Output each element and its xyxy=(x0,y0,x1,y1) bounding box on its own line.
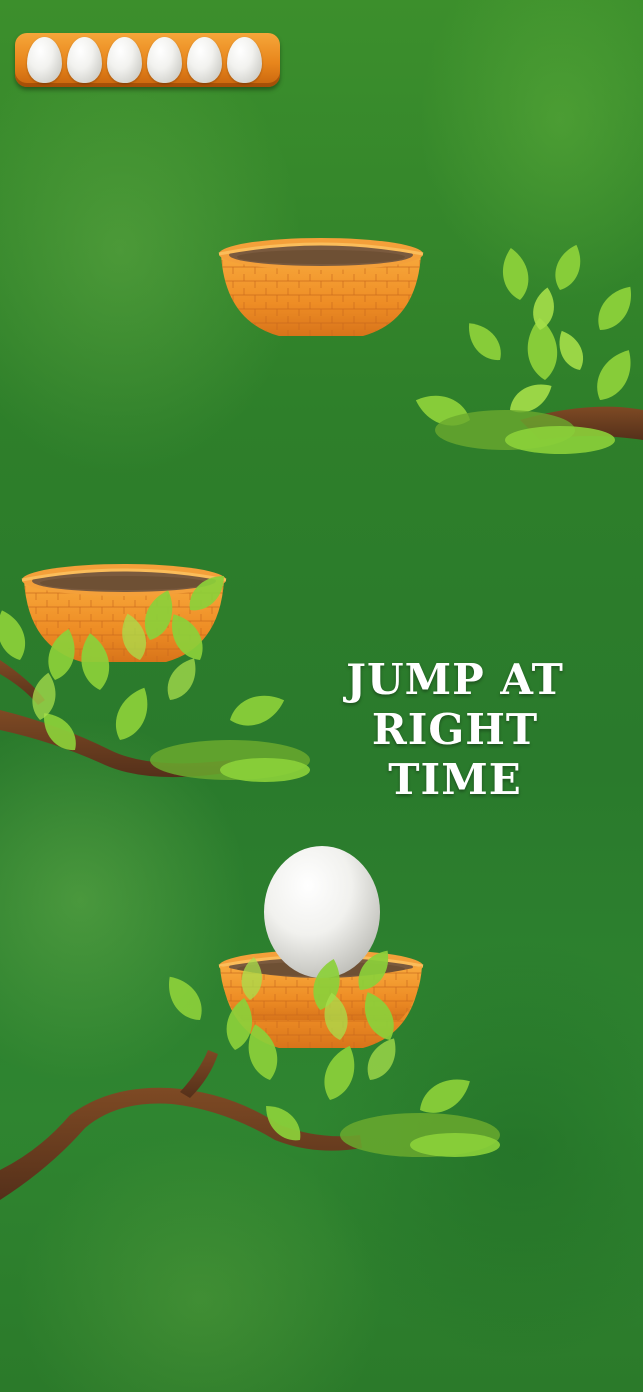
egg-icon xyxy=(107,37,142,83)
branch-bottom xyxy=(0,1050,362,1200)
leaves-bottom xyxy=(159,944,500,1157)
egg-icon xyxy=(187,37,222,83)
game-stage[interactable]: JUMP AT RIGHT TIME xyxy=(0,0,643,1392)
egg-icon xyxy=(147,37,182,83)
egg-icon xyxy=(227,37,262,83)
player-egg[interactable] xyxy=(264,846,380,978)
nest-basket-top xyxy=(217,236,425,338)
instruction-line-2: RIGHT TIME xyxy=(371,705,539,804)
instruction-line-1: JUMP AT xyxy=(346,655,564,704)
egg-icon xyxy=(27,37,62,83)
bush-top-right xyxy=(411,241,643,454)
lives-bar xyxy=(15,33,280,87)
instruction-text: JUMP AT RIGHT TIME xyxy=(305,655,605,805)
egg-icon xyxy=(67,37,102,83)
